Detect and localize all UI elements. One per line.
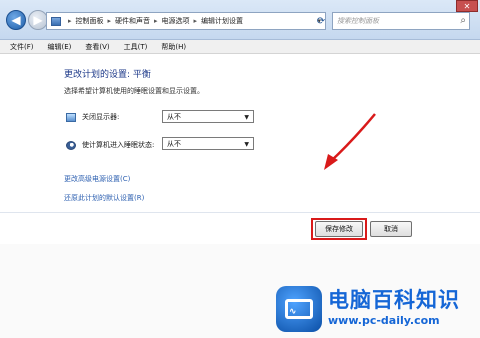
breadcrumb-separator-icon: ▸ bbox=[68, 17, 72, 25]
address-bar[interactable]: ▸ 控制面板 ▸ 硬件和声音 ▸ 电源选项 ▸ 编辑计划设置 ▾ bbox=[46, 12, 326, 30]
save-button[interactable]: 保存修改 bbox=[315, 221, 363, 237]
breadcrumb-separator-icon: ▸ bbox=[154, 17, 158, 25]
close-window-button[interactable]: ✕ bbox=[456, 0, 478, 12]
sleep-label: 使计算机进入睡眠状态: bbox=[82, 141, 155, 149]
window-titlebar: ◀ ▶ ▸ 控制面板 ▸ 硬件和声音 ▸ 电源选项 ▸ 编辑计划设置 ▾ ⟳ 搜… bbox=[0, 0, 480, 40]
refresh-button[interactable]: ⟳ bbox=[312, 12, 330, 30]
restore-defaults-link[interactable]: 还原此计划的默认设置(R) bbox=[64, 193, 144, 203]
display-off-value: 从不 bbox=[167, 112, 181, 121]
display-off-select[interactable]: 从不 ▼ bbox=[162, 110, 254, 123]
chevron-down-icon: ▼ bbox=[244, 114, 249, 121]
refresh-icon: ⟳ bbox=[316, 15, 326, 27]
close-icon: ✕ bbox=[463, 1, 471, 11]
menu-file[interactable]: 文件(F) bbox=[10, 40, 34, 53]
breadcrumb-separator-icon: ▸ bbox=[193, 17, 198, 25]
watermark-title: 电脑百科知识 bbox=[328, 288, 460, 312]
annotation-arrow-icon bbox=[324, 113, 376, 170]
monitor-pulse-icon: ∿ bbox=[276, 286, 322, 332]
menu-tools[interactable]: 工具(T) bbox=[124, 40, 148, 53]
breadcrumb-hardware-sound[interactable]: 硬件和声音 bbox=[115, 16, 150, 26]
display-off-row: 关闭显示器: bbox=[66, 112, 119, 122]
display-off-label: 关闭显示器: bbox=[82, 113, 120, 121]
breadcrumb-edit-plan[interactable]: 编辑计划设置 bbox=[201, 16, 243, 26]
control-panel-icon bbox=[51, 16, 61, 26]
sleep-icon bbox=[66, 140, 76, 150]
monitor-icon bbox=[66, 112, 76, 122]
back-arrow-icon: ◀ bbox=[11, 13, 21, 27]
watermark-url: www.pc-daily.com bbox=[328, 314, 440, 327]
back-button[interactable]: ◀ bbox=[6, 10, 26, 30]
breadcrumb-separator-icon: ▸ bbox=[107, 17, 112, 25]
chevron-down-icon: ▼ bbox=[244, 141, 249, 148]
search-icon[interactable]: ⌕ bbox=[460, 15, 466, 26]
page-title: 更改计划的设置: 平衡 bbox=[64, 70, 151, 80]
page-description: 选择希望计算机使用的睡眠设置和显示设置。 bbox=[64, 87, 204, 95]
sleep-select[interactable]: 从不 ▼ bbox=[162, 137, 254, 150]
menu-bar: 文件(F) 编辑(E) 查看(V) 工具(T) 帮助(H) bbox=[0, 40, 480, 54]
sleep-value: 从不 bbox=[167, 139, 181, 148]
search-input[interactable]: 搜索控制面板 ⌕ bbox=[332, 12, 470, 30]
breadcrumb-power-options[interactable]: 电源选项 bbox=[162, 16, 190, 26]
advanced-settings-link[interactable]: 更改高级电源设置(C) bbox=[64, 174, 130, 184]
forward-button[interactable]: ▶ bbox=[28, 10, 48, 30]
menu-edit[interactable]: 编辑(E) bbox=[48, 40, 72, 53]
forward-arrow-icon: ▶ bbox=[33, 13, 43, 27]
search-placeholder: 搜索控制面板 bbox=[337, 17, 379, 25]
menu-view[interactable]: 查看(V) bbox=[85, 40, 109, 53]
breadcrumb-control-panel[interactable]: 控制面板 bbox=[76, 16, 104, 26]
cancel-button[interactable]: 取消 bbox=[370, 221, 412, 237]
watermark-logo: ∿ 电脑百科知识 www.pc-daily.com bbox=[276, 280, 480, 338]
sleep-row: 使计算机进入睡眠状态: bbox=[66, 140, 154, 150]
divider bbox=[0, 212, 480, 213]
menu-help[interactable]: 帮助(H) bbox=[161, 40, 186, 53]
